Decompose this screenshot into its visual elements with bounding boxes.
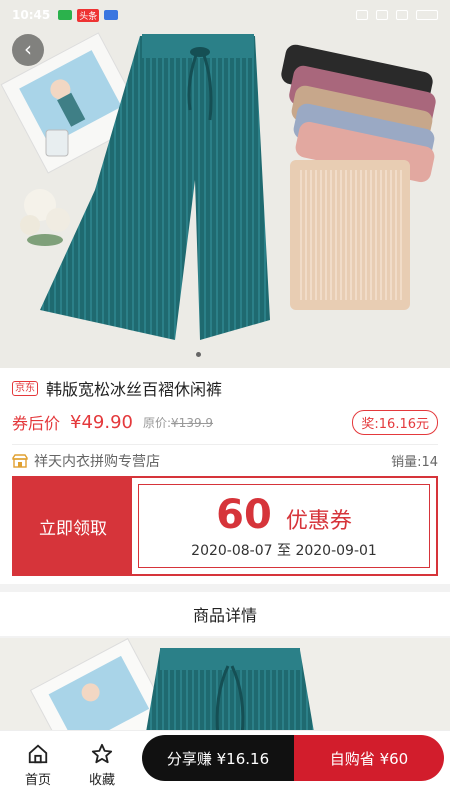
original-price: 原价:¥139.9	[143, 414, 213, 431]
original-price-label: 原价:	[143, 415, 172, 430]
home-label: 首页	[24, 773, 51, 788]
status-time: 10:45	[12, 8, 51, 22]
jd-tag: 京东	[12, 380, 38, 396]
original-price-value: ¥139.9	[171, 415, 214, 430]
detail-photo	[0, 638, 450, 738]
news-badge: 头条	[77, 8, 100, 22]
back-button[interactable]: ‹	[12, 34, 44, 66]
coupon-date-separator: 至	[277, 543, 291, 559]
favorite-label: 收藏	[88, 773, 115, 788]
product-title: 韩版宽松冰丝百褶休闲裤	[46, 380, 223, 399]
self-buy-button[interactable]: 自购省 ¥60	[294, 735, 444, 781]
signal-icon	[376, 10, 388, 20]
battery-icon	[416, 10, 438, 20]
coupon-amount: 60	[216, 492, 272, 538]
shop-icon	[12, 453, 28, 468]
bottom-action-bar: 首页 收藏 分享赚 ¥16.16 自购省 ¥60	[0, 730, 450, 800]
coupon-start-date: 2020-08-07	[191, 543, 273, 559]
coupon-section: 立即领取 60 优惠券 2020-08-07 至 2020-09-01	[0, 468, 450, 584]
reward-badge: 奖:16.16元	[352, 409, 438, 435]
carousel-indicator	[196, 352, 201, 357]
alarm-icon	[356, 10, 368, 20]
wechat-icon	[58, 10, 73, 20]
star-icon	[91, 743, 113, 764]
home-icon	[28, 744, 48, 764]
wifi-icon	[396, 10, 408, 20]
carousel-dot-active	[196, 352, 201, 357]
app-icon	[104, 10, 119, 20]
coupon-type: 优惠券	[285, 509, 352, 534]
favorite-tab[interactable]: 收藏	[70, 743, 134, 788]
coupon-validity: 2020-08-07 至 2020-09-01	[191, 540, 377, 560]
home-tab[interactable]: 首页	[6, 743, 70, 788]
product-image-carousel[interactable]: ‹	[0, 0, 450, 368]
details-heading: 商品详情	[0, 592, 450, 636]
detail-image	[0, 638, 450, 738]
product-info: 京东 韩版宽松冰丝百褶休闲裤 券后价 ¥49.90 原价:¥139.9 奖:16…	[0, 368, 450, 470]
claim-coupon-button[interactable]: 立即领取	[14, 478, 132, 574]
share-earn-button[interactable]: 分享赚 ¥16.16	[142, 735, 294, 781]
coupon-price: ¥49.90	[70, 411, 133, 433]
coupon-card[interactable]: 立即领取 60 优惠券 2020-08-07 至 2020-09-01	[12, 476, 438, 576]
status-bar: 10:45 头条	[0, 0, 450, 30]
coupon-end-date: 2020-09-01	[295, 543, 377, 559]
product-photo	[0, 0, 450, 368]
price-label: 券后价	[12, 414, 61, 433]
